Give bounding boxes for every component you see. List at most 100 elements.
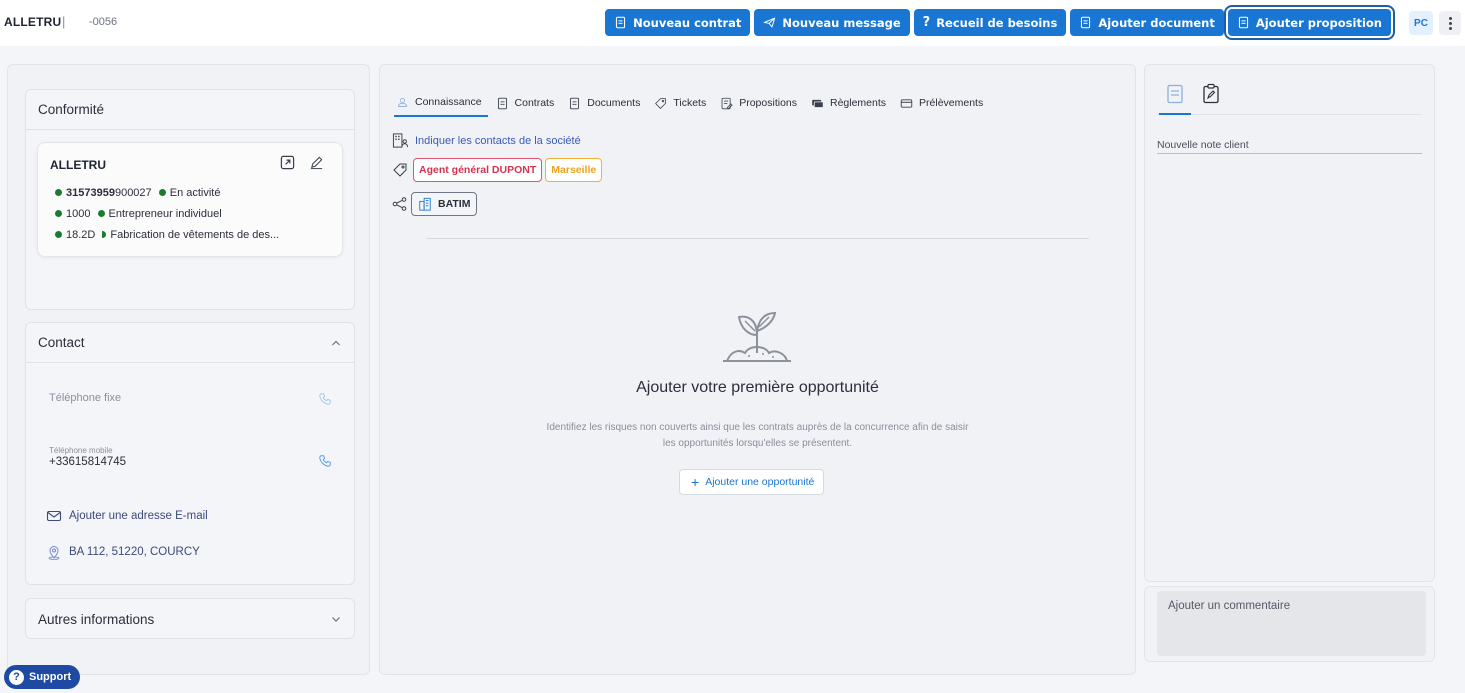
- tab-propositions[interactable]: Propositions: [718, 89, 803, 117]
- document-icon: [1238, 16, 1248, 29]
- naf-line: 18.2D Fabrication de vêtements de des...: [55, 225, 279, 246]
- tab-connaissance[interactable]: Connaissance: [394, 89, 488, 117]
- tab-contrats-label: Contrats: [514, 97, 555, 109]
- document-icon: [570, 97, 580, 109]
- contact-header[interactable]: Contact: [26, 323, 354, 363]
- left-panel: Conformité ALLETRU 31573959900027 En act…: [7, 64, 370, 675]
- question-icon: ?: [922, 15, 931, 30]
- needs-collection-button[interactable]: ? Recueil de besoins: [913, 9, 1067, 36]
- siret-line: 31573959900027 En activité: [55, 183, 279, 204]
- phone-icon[interactable]: [318, 392, 332, 406]
- tab-prelevements[interactable]: Prélèvements: [898, 89, 989, 117]
- status-dot: [158, 189, 166, 196]
- address-link[interactable]: BA 112, 51220, COURCY: [46, 544, 200, 560]
- add-email-link[interactable]: Ajouter une adresse E-mail: [46, 508, 208, 524]
- add-proposal-label: Ajouter proposition: [1255, 15, 1382, 30]
- tab-tickets[interactable]: Tickets: [652, 89, 712, 117]
- siret-rest: 900027: [114, 187, 152, 199]
- phone-icon[interactable]: [318, 454, 332, 468]
- top-bar: ALLETRU | -0056 Nouveau contrat Nouveau …: [0, 0, 1465, 46]
- notes-tab-bar: [1157, 83, 1422, 115]
- new-contract-button[interactable]: Nouveau contrat: [605, 9, 751, 36]
- card-company-name: ALLETRU: [50, 158, 106, 172]
- comment-textarea[interactable]: [1157, 591, 1426, 656]
- document-icon: [616, 16, 626, 29]
- mobile-label: Téléphone mobile: [49, 446, 113, 455]
- building-icon: [419, 197, 431, 211]
- tab-reglements[interactable]: Règlements: [809, 89, 892, 117]
- title-separator: |: [62, 14, 66, 29]
- tab-reglements-label: Règlements: [830, 97, 887, 109]
- other-info-title: Autres informations: [38, 611, 155, 627]
- status-dot: [55, 210, 62, 217]
- document-icon: [1081, 16, 1091, 29]
- tab-documents[interactable]: Documents: [566, 89, 646, 117]
- company-code: -0056: [89, 16, 118, 28]
- naf-code: 18.2D: [66, 229, 96, 241]
- support-label: Support: [29, 671, 72, 683]
- card-icon: [900, 98, 913, 108]
- add-opportunity-button[interactable]: + Ajouter une opportunité: [679, 469, 825, 495]
- address-value: BA 112, 51220, COURCY: [69, 546, 200, 558]
- tab-notes[interactable]: [1159, 83, 1191, 115]
- status-dot: [55, 189, 62, 196]
- support-button[interactable]: ? Support: [4, 665, 81, 689]
- other-info-section[interactable]: Autres informations: [25, 598, 355, 639]
- plant-sprout-icon: [723, 311, 791, 362]
- conformite-section: Conformité ALLETRU 31573959900027 En act…: [25, 89, 355, 310]
- mobile-row[interactable]: Téléphone mobile +33615814745: [49, 446, 332, 468]
- group-row: BATIM: [392, 192, 478, 216]
- conformite-title: Conformité: [38, 102, 105, 117]
- legal-code: 1000: [66, 208, 91, 220]
- contact-section: Contact Téléphone fixe Téléphone mobile …: [25, 322, 355, 585]
- city-tag[interactable]: Marseille: [545, 158, 603, 182]
- document-icon: [497, 97, 507, 109]
- edit-pencil-icon[interactable]: [309, 155, 324, 170]
- user-avatar[interactable]: PC: [1409, 11, 1433, 35]
- chevron-down-icon[interactable]: [330, 613, 342, 625]
- group-chip[interactable]: BATIM: [411, 192, 478, 216]
- new-note-input[interactable]: [1157, 136, 1422, 154]
- add-email-label: Ajouter une adresse E-mail: [69, 510, 208, 522]
- add-opportunity-label: Ajouter une opportunité: [705, 476, 815, 488]
- other-info-header[interactable]: Autres informations: [26, 599, 354, 639]
- legal-form: Entrepreneur individuel: [108, 208, 222, 220]
- contacts-link[interactable]: Indiquer les contacts de la société: [392, 132, 581, 149]
- conformite-header: Conformité: [26, 90, 354, 130]
- tab-contrats[interactable]: Contrats: [494, 89, 561, 117]
- chevron-up-icon[interactable]: [330, 337, 342, 349]
- send-icon: [764, 17, 776, 28]
- action-buttons: Nouveau contrat Nouveau message ? Recuei…: [605, 5, 1396, 40]
- empty-desc-line-1: Identifiez les risques non couverts ains…: [546, 422, 969, 433]
- agent-tag[interactable]: Agent général DUPONT: [413, 158, 543, 182]
- tab-connaissance-label: Connaissance: [415, 96, 482, 108]
- add-document-button[interactable]: Ajouter document: [1070, 9, 1224, 36]
- new-message-button[interactable]: Nouveau message: [754, 9, 910, 36]
- new-message-label: Nouveau message: [782, 15, 901, 30]
- payment-icon: [812, 99, 824, 108]
- more-menu-icon[interactable]: [1439, 11, 1461, 35]
- company-card: ALLETRU 31573959900027 En activité 1000 …: [37, 142, 343, 257]
- people-icon: [398, 97, 407, 107]
- add-proposal-button[interactable]: Ajouter proposition: [1223, 5, 1396, 40]
- status-half-dot: [102, 231, 107, 238]
- tab-propositions-label: Propositions: [739, 97, 797, 109]
- building-contact-icon: [392, 133, 409, 148]
- mail-icon: [46, 510, 62, 522]
- notes-panel: [1144, 64, 1435, 582]
- tag-list: Agent général DUPONT Marseille: [392, 158, 603, 182]
- tab-tasks[interactable]: [1195, 83, 1227, 115]
- card-details: 31573959900027 En activité 1000 Entrepre…: [55, 183, 279, 246]
- needs-collection-label: Recueil de besoins: [936, 15, 1058, 30]
- comment-panel: [1144, 586, 1435, 662]
- legal-form-line: 1000 Entrepreneur individuel: [55, 204, 279, 225]
- status-dot: [97, 210, 105, 217]
- help-icon: ?: [9, 669, 24, 685]
- company-status: En activité: [169, 187, 221, 199]
- landline-row[interactable]: Téléphone fixe: [49, 392, 332, 406]
- mobile-value: +33615814745: [49, 456, 127, 468]
- tab-documents-label: Documents: [587, 97, 641, 109]
- landline-label: Téléphone fixe: [49, 392, 122, 404]
- clipboard-edit-icon: [1203, 83, 1219, 104]
- open-external-icon[interactable]: [280, 155, 295, 170]
